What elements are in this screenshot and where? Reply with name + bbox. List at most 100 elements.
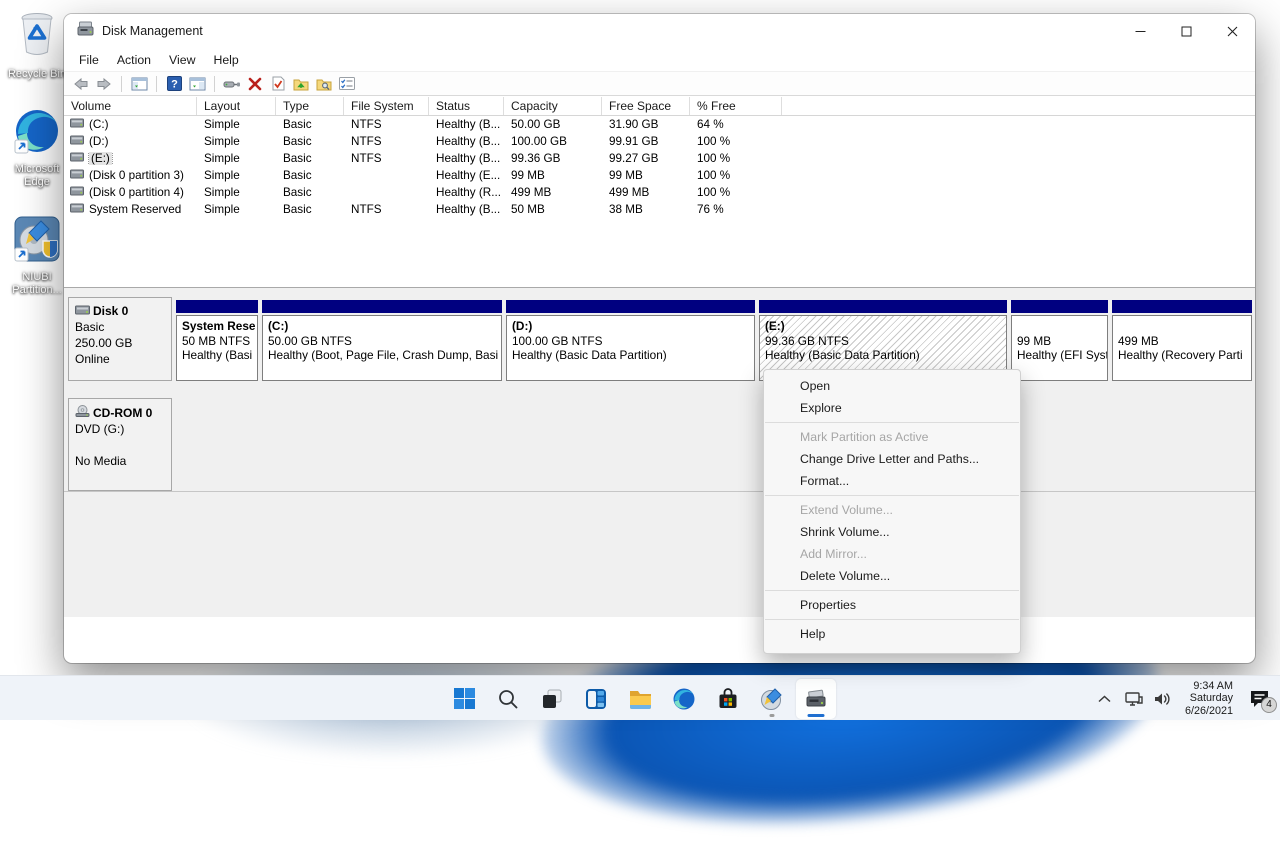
cell-type: Basic — [276, 186, 344, 199]
notification-center-button[interactable]: 4 — [1244, 684, 1274, 714]
cdrom-panel[interactable]: CD-ROM 0 DVD (G:) No Media — [68, 398, 172, 491]
action-pane-icon[interactable] — [188, 75, 206, 92]
volume-row[interactable]: (E:)SimpleBasicNTFSHealthy (B...99.36 GB… — [64, 150, 1255, 167]
checklist-icon[interactable] — [338, 75, 356, 92]
partition[interactable]: System Rese50 MB NTFSHealthy (Basi — [176, 297, 258, 381]
folder-find-icon[interactable] — [315, 75, 333, 92]
file-explorer-icon — [628, 688, 653, 710]
maximize-button[interactable] — [1163, 14, 1209, 48]
menu-action[interactable]: Action — [108, 50, 160, 70]
edge-button[interactable] — [664, 679, 704, 719]
desktop-icon-microsoft-edge[interactable]: Microsoft Edge — [4, 107, 70, 189]
tray-network-icon[interactable] — [1123, 688, 1145, 710]
volume-label: (Disk 0 partition 4) — [89, 186, 184, 199]
cell-status: Healthy (E... — [429, 169, 504, 182]
partition[interactable]: (C:)50.00 GB NTFSHealthy (Boot, Page Fil… — [262, 297, 502, 381]
delete-icon[interactable] — [246, 75, 264, 92]
folder-up-icon[interactable] — [292, 75, 310, 92]
column-header-file-system[interactable]: File System — [344, 97, 429, 115]
volume-row[interactable]: System ReservedSimpleBasicNTFSHealthy (B… — [64, 201, 1255, 218]
niubi-partition-editor-icon — [13, 215, 61, 268]
column-header-free-space[interactable]: Free Space — [602, 97, 690, 115]
partition-box[interactable]: 99 MBHealthy (EFI Syst — [1011, 315, 1108, 381]
file-explorer-button[interactable] — [620, 679, 660, 719]
disk-management-window: Disk Management File Action View Help — [64, 14, 1255, 663]
cell-type: Basic — [276, 203, 344, 216]
niubi-taskbar-button[interactable] — [752, 679, 792, 719]
desktop-icon-niubi[interactable]: NIUBI Partition... — [4, 215, 70, 297]
task-view-button[interactable] — [532, 679, 572, 719]
menu-help[interactable]: Help — [204, 50, 247, 70]
context-menu-item-shrink-volume[interactable]: Shrink Volume... — [764, 521, 1020, 543]
partition[interactable]: (D:)100.00 GB NTFSHealthy (Basic Data Pa… — [506, 297, 755, 381]
search-button[interactable] — [488, 679, 528, 719]
check-document-icon[interactable] — [269, 75, 287, 92]
volume-row[interactable]: (Disk 0 partition 4)SimpleBasicHealthy (… — [64, 184, 1255, 201]
store-button[interactable] — [708, 679, 748, 719]
column-header-volume[interactable]: Volume — [64, 97, 197, 115]
cell-fs: NTFS — [344, 118, 429, 131]
partition-status: Healthy (Basic Data Partition) — [765, 348, 1001, 363]
start-button[interactable] — [444, 679, 484, 719]
partition[interactable]: 499 MBHealthy (Recovery Parti — [1112, 297, 1252, 381]
cell-type: Basic — [276, 152, 344, 165]
desktop-icon-label: Microsoft Edge — [15, 163, 60, 189]
partition[interactable]: 99 MBHealthy (EFI Syst — [1011, 297, 1108, 381]
cell-type: Basic — [276, 118, 344, 131]
clock-day: Saturday — [1185, 692, 1233, 705]
back-icon[interactable] — [72, 75, 90, 92]
partition-box[interactable]: System Rese50 MB NTFSHealthy (Basi — [176, 315, 258, 381]
edge-icon — [672, 687, 696, 711]
tray-volume-icon[interactable] — [1152, 688, 1174, 710]
clock[interactable]: 9:34 AM Saturday 6/26/2021 — [1181, 680, 1237, 718]
window-title: Disk Management — [102, 24, 203, 38]
console-tree-icon[interactable] — [130, 75, 148, 92]
forward-icon[interactable] — [95, 75, 113, 92]
rescan-disks-icon[interactable] — [223, 75, 241, 92]
column-header-type[interactable]: Type — [276, 97, 344, 115]
volume-row[interactable]: (Disk 0 partition 3)SimpleBasicHealthy (… — [64, 167, 1255, 184]
clock-date: 6/26/2021 — [1185, 705, 1233, 718]
context-menu-item-properties[interactable]: Properties — [764, 594, 1020, 616]
volume-row[interactable]: (C:)SimpleBasicNTFSHealthy (B...50.00 GB… — [64, 116, 1255, 133]
cdrom-icon — [75, 405, 90, 420]
cell-layout: Simple — [197, 169, 276, 182]
partition-box[interactable]: 499 MBHealthy (Recovery Parti — [1112, 315, 1252, 381]
partition-status: Healthy (Basi — [182, 348, 252, 363]
minimize-button[interactable] — [1117, 14, 1163, 48]
close-button[interactable] — [1209, 14, 1255, 48]
context-menu-item-change-drive-letter-and-paths[interactable]: Change Drive Letter and Paths... — [764, 448, 1020, 470]
partition-box[interactable]: (C:)50.00 GB NTFSHealthy (Boot, Page Fil… — [262, 315, 502, 381]
disk-management-icon — [803, 687, 829, 711]
disk0-panel[interactable]: Disk 0 Basic 250.00 GB Online — [68, 297, 172, 381]
column-header-layout[interactable]: Layout — [197, 97, 276, 115]
help-icon[interactable]: ? — [165, 75, 183, 92]
context-menu-item-format[interactable]: Format... — [764, 470, 1020, 492]
partition-name: (E:) — [765, 319, 1001, 334]
desktop-icon-recycle-bin[interactable]: Recycle Bin — [4, 8, 70, 81]
menu-view[interactable]: View — [160, 50, 204, 70]
taskbar-buttons — [0, 676, 1280, 721]
volume-label: (Disk 0 partition 3) — [89, 169, 184, 182]
column-header-pct-free[interactable]: % Free — [690, 97, 782, 115]
context-menu-item-delete-volume[interactable]: Delete Volume... — [764, 565, 1020, 587]
column-header-capacity[interactable]: Capacity — [504, 97, 602, 115]
volume-drive-icon — [70, 118, 84, 131]
widgets-button[interactable] — [576, 679, 616, 719]
volume-label: (D:) — [89, 135, 108, 148]
tray-chevron-up-icon[interactable] — [1094, 688, 1116, 710]
toolbar-separator — [121, 76, 122, 92]
edge-icon — [13, 107, 61, 160]
volume-row[interactable]: (D:)SimpleBasicNTFSHealthy (B...100.00 G… — [64, 133, 1255, 150]
titlebar[interactable]: Disk Management — [64, 14, 1255, 48]
active-indicator — [808, 714, 825, 717]
menu-file[interactable]: File — [70, 50, 108, 70]
cell-type: Basic — [276, 135, 344, 148]
context-menu-item-open[interactable]: Open — [764, 375, 1020, 397]
context-menu-item-help[interactable]: Help — [764, 623, 1020, 645]
disk-management-taskbar-button[interactable] — [796, 679, 836, 719]
column-header-status[interactable]: Status — [429, 97, 504, 115]
cell-layout: Simple — [197, 118, 276, 131]
partition-box[interactable]: (D:)100.00 GB NTFSHealthy (Basic Data Pa… — [506, 315, 755, 381]
context-menu-item-explore[interactable]: Explore — [764, 397, 1020, 419]
